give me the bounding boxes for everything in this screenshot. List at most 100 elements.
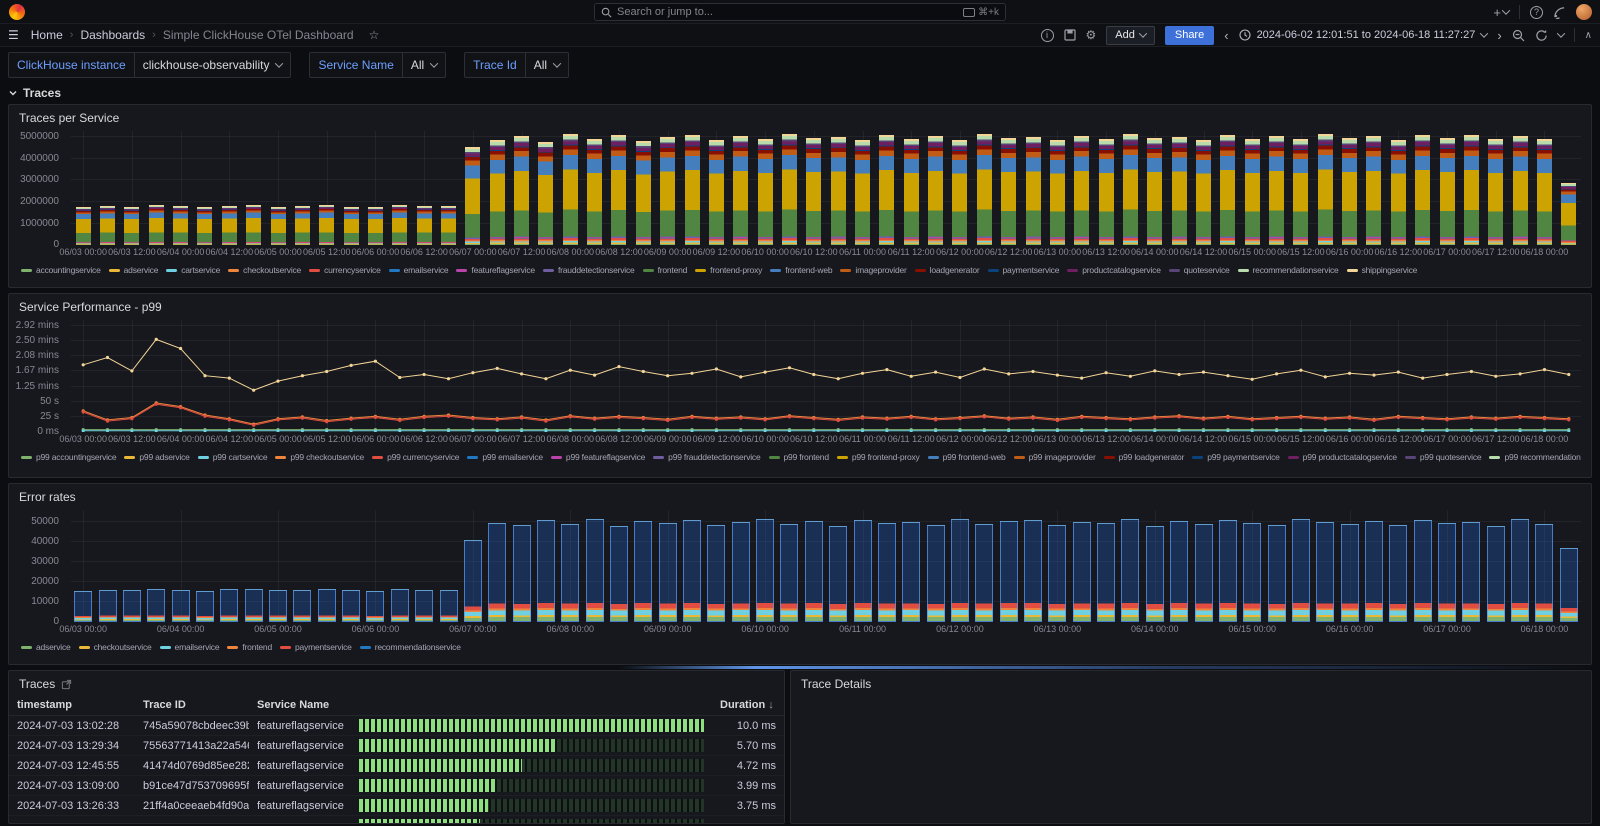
news-icon[interactable] (1553, 6, 1566, 19)
table-row[interactable] (9, 816, 784, 825)
legend-item[interactable]: recommendationservice (1238, 265, 1339, 275)
legend-item[interactable]: frontend (643, 265, 688, 275)
mega-menu-icon[interactable]: ☰ (8, 28, 19, 42)
save-dashboard-icon[interactable] (1064, 29, 1076, 41)
refresh-interval-chevron-icon[interactable] (1556, 29, 1564, 37)
legend-color-chip (124, 456, 135, 459)
legend-item[interactable]: p99 frauddetectionservice (653, 452, 760, 462)
help-icon[interactable]: ? (1530, 6, 1543, 19)
legend-item[interactable]: shippingservice (1347, 265, 1418, 275)
legend-item[interactable]: quoteservice (1169, 265, 1230, 275)
legend-item[interactable]: recommendationservice (360, 642, 461, 652)
cell-trace-id-link[interactable]: b91ce47d753709695f1d... (135, 776, 249, 796)
cell-service-name-link[interactable]: featureflagservice (249, 776, 351, 796)
legend-item[interactable]: adservice (109, 265, 159, 275)
col-header-duration[interactable]: Duration ↓ (712, 695, 784, 716)
legend-item[interactable]: p99 recommendationservice (1489, 452, 1581, 462)
col-header-service-name[interactable]: Service Name (249, 695, 351, 716)
gauge-fill (359, 799, 488, 812)
legend-item[interactable]: accountingservice (21, 265, 101, 275)
legend-item[interactable]: p99 cartservice (198, 452, 268, 462)
cell-service-name-link[interactable] (249, 816, 351, 825)
collapse-topbar-icon[interactable]: ∧ (1585, 30, 1592, 41)
panel-title[interactable]: Service Performance - p99 (9, 294, 1591, 316)
legend-item[interactable]: checkoutservice (228, 265, 301, 275)
legend-item[interactable]: featureflagservice (456, 265, 535, 275)
legend-item[interactable]: paymentservice (280, 642, 352, 652)
col-header-trace-id[interactable]: Trace ID (135, 695, 249, 716)
row-traces-toggle[interactable]: Traces (8, 85, 1592, 101)
legend-item[interactable]: p99 productcatalogservice (1288, 452, 1397, 462)
time-shift-forward-icon[interactable]: › (1497, 28, 1501, 43)
search-input[interactable]: Search or jump to... ⌘+k (594, 3, 1006, 21)
legend-item[interactable]: paymentservice (988, 265, 1060, 275)
chevron-down-icon (430, 59, 438, 67)
legend-item[interactable]: p99 frontend-web (928, 452, 1006, 462)
breadcrumb-home[interactable]: Home (31, 28, 63, 42)
legend-item[interactable]: currencyservice (309, 265, 381, 275)
time-shift-back-icon[interactable]: ‹ (1224, 28, 1228, 43)
panel-link-icon[interactable] (61, 679, 72, 690)
panel-title[interactable]: Traces (9, 671, 784, 693)
table-row[interactable]: 2024-07-03 13:26:3321ff4a0ceeaeb4fd90af0… (9, 796, 784, 816)
cell-trace-id-link[interactable]: 41474d0769d85ee2828... (135, 756, 249, 776)
col-header-timestamp[interactable]: timestamp (9, 695, 135, 716)
legend-item[interactable]: checkoutservice (79, 642, 152, 652)
cell-service-name-link[interactable]: featureflagservice (249, 716, 351, 736)
legend-item[interactable]: adservice (21, 642, 71, 652)
cell-trace-id-link[interactable] (135, 816, 249, 825)
cell-trace-id-link[interactable]: 745a59078cbdeec39b7... (135, 716, 249, 736)
favorite-star-icon[interactable]: ☆ (369, 28, 380, 42)
share-button[interactable]: Share (1165, 26, 1214, 45)
cell-trace-id-link[interactable]: 21ff4a0ceeaeb4fd90af0... (135, 796, 249, 816)
cell-trace-id-link[interactable]: 75563771413a22a54618... (135, 736, 249, 756)
variable-value-dropdown[interactable]: All (525, 53, 568, 77)
legend-item[interactable]: cartservice (166, 265, 220, 275)
variable-value-dropdown[interactable]: All (402, 53, 445, 77)
variable-value-dropdown[interactable]: clickhouse-observability (134, 53, 291, 77)
cell-service-name-link[interactable]: featureflagservice (249, 736, 351, 756)
legend-item[interactable]: p99 adservice (124, 452, 189, 462)
legend-item[interactable]: p99 paymentservice (1192, 452, 1279, 462)
legend-item[interactable]: productcatalogservice (1067, 265, 1160, 275)
time-range-picker[interactable]: 2024-06-02 12:01:51 to 2024-06-18 11:27:… (1239, 29, 1488, 41)
legend-item[interactable]: frontend-web (770, 265, 832, 275)
legend-item[interactable]: frontend (227, 642, 272, 652)
chevron-down-icon (553, 59, 561, 67)
legend-item[interactable]: loadgenerator (915, 265, 980, 275)
table-row[interactable]: 2024-07-03 13:02:28745a59078cbdeec39b7..… (9, 716, 784, 736)
table-row[interactable]: 2024-07-03 12:45:5541474d0769d85ee2828..… (9, 756, 784, 776)
legend-item[interactable]: p99 emailservice (467, 452, 543, 462)
new-button[interactable]: + (1493, 6, 1509, 19)
settings-gear-icon[interactable]: ⚙ (1086, 28, 1097, 42)
legend-item[interactable]: p99 frontend (769, 452, 829, 462)
legend-item[interactable]: p99 quoteservice (1405, 452, 1482, 462)
legend-item[interactable]: frontend-proxy (695, 265, 762, 275)
panel-title[interactable]: Trace Details (791, 671, 1591, 693)
dashboard-insights-icon[interactable]: i (1041, 29, 1054, 42)
table-row[interactable]: 2024-07-03 13:29:3475563771413a22a54618.… (9, 736, 784, 756)
legend-item[interactable]: p99 featureflagservice (551, 452, 645, 462)
breadcrumb-dashboards[interactable]: Dashboards (80, 28, 145, 42)
panel-title[interactable]: Traces per Service (9, 105, 1591, 127)
legend-item[interactable]: emailservice (160, 642, 220, 652)
legend-item[interactable]: p99 loadgenerator (1104, 452, 1185, 462)
add-button[interactable]: Add (1106, 26, 1155, 45)
table-row[interactable]: 2024-07-03 13:09:00b91ce47d753709695f1d.… (9, 776, 784, 796)
legend-item[interactable]: imageprovider (840, 265, 906, 275)
legend-item[interactable]: p99 imageprovider (1014, 452, 1096, 462)
cell-service-name-link[interactable]: featureflagservice (249, 796, 351, 816)
user-avatar[interactable] (1576, 4, 1592, 20)
legend-item[interactable]: frauddetectionservice (543, 265, 635, 275)
grafana-logo-icon[interactable] (9, 4, 25, 20)
legend-item[interactable]: p99 frontend-proxy (837, 452, 920, 462)
legend-item[interactable]: emailservice (389, 265, 449, 275)
legend-item[interactable]: p99 accountingservice (21, 452, 116, 462)
refresh-icon[interactable] (1535, 29, 1548, 42)
panel-title[interactable]: Error rates (9, 484, 1591, 506)
zoom-out-icon[interactable] (1512, 29, 1525, 42)
cell-service-name-link[interactable]: featureflagservice (249, 756, 351, 776)
legend-item[interactable]: p99 checkoutservice (275, 452, 364, 462)
legend-label: p99 emailservice (482, 452, 543, 462)
legend-item[interactable]: p99 currencyservice (372, 452, 459, 462)
